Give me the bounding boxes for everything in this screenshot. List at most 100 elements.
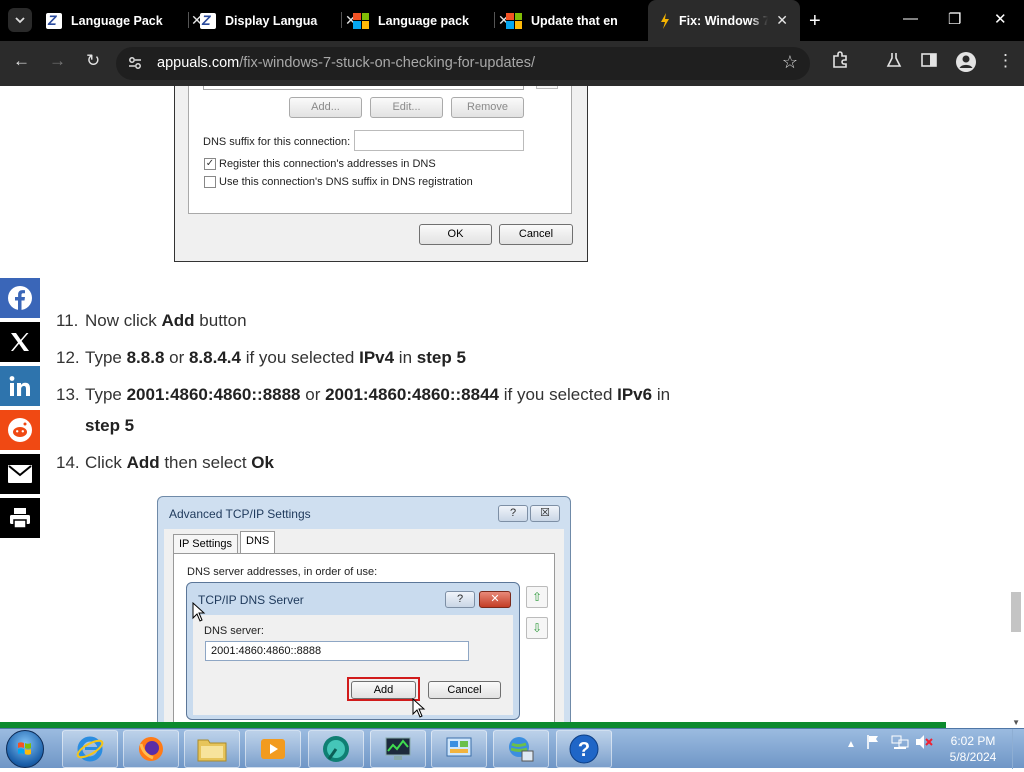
windows-logo-icon xyxy=(18,742,31,755)
control-panel-icon xyxy=(446,737,472,757)
extensions-icon[interactable] xyxy=(831,51,849,74)
scroll-down-arrow-icon[interactable]: ▼ xyxy=(1012,718,1020,727)
taskbar-firefox[interactable] xyxy=(123,730,179,768)
list-item: 11. Now click Add button xyxy=(56,305,696,336)
taskbar-internet-explorer[interactable] xyxy=(62,730,118,768)
share-email-button[interactable] xyxy=(0,454,40,494)
edit-suffix-button: Edit... xyxy=(370,97,443,118)
page-scrollbar[interactable]: ▼ xyxy=(1008,86,1024,728)
appuals-favicon-icon xyxy=(660,12,670,29)
windows-taskbar: ? ▲ 6:02 PM 5/8/2024 xyxy=(0,728,1024,769)
start-button[interactable] xyxy=(6,730,44,768)
taskbar-task-manager[interactable] xyxy=(370,730,426,768)
step-text: Click xyxy=(85,453,127,472)
url-domain: appuals.com xyxy=(157,55,240,71)
move-down-arrow-icon: ⇩ xyxy=(526,617,548,639)
back-arrow-icon[interactable]: ← xyxy=(13,51,30,71)
new-tab-button[interactable]: + xyxy=(809,10,821,33)
network-tray-icon[interactable] xyxy=(891,734,909,753)
add-suffix-button: Add... xyxy=(289,97,362,118)
step-text: in xyxy=(652,385,671,404)
labs-flask-icon[interactable] xyxy=(885,51,903,74)
system-clock[interactable]: 6:02 PM 5/8/2024 xyxy=(944,733,1002,765)
clock-time: 6:02 PM xyxy=(950,734,996,748)
share-x-button[interactable] xyxy=(0,322,40,362)
emphasis-text: Add xyxy=(161,311,195,330)
tab-language-pack-1[interactable]: Language Pack ✕ xyxy=(46,0,203,41)
side-panel-icon[interactable] xyxy=(920,51,938,74)
tab-display-language[interactable]: Display Langua ✕ xyxy=(200,0,357,41)
restore-icon[interactable]: ❐ xyxy=(948,10,961,28)
taskbar-network[interactable] xyxy=(493,730,549,768)
use-suffix-label: Use this connection's DNS suffix in DNS … xyxy=(219,176,473,188)
tab-close-icon[interactable]: ✕ xyxy=(776,12,788,29)
share-reddit-button[interactable] xyxy=(0,410,40,450)
browser-menu-icon[interactable]: ⋮ xyxy=(997,51,1014,71)
clock-date: 5/8/2024 xyxy=(949,750,997,764)
tab-fix-windows-7-active[interactable]: Fix: Windows 7 ✕ xyxy=(648,0,800,41)
monitor-chart-icon xyxy=(385,737,411,760)
list-item-number: 13. xyxy=(56,385,80,404)
show-desktop-button[interactable] xyxy=(1012,729,1024,769)
dns-suffix-field xyxy=(354,130,524,151)
tab-update[interactable]: Update that en ✕ xyxy=(506,0,663,41)
volume-muted-icon[interactable] xyxy=(915,734,933,753)
tab-search-button[interactable] xyxy=(8,8,32,32)
ok-button-image: OK xyxy=(419,224,492,245)
svg-text:?: ? xyxy=(578,739,590,761)
taskbar-app-green[interactable] xyxy=(308,730,364,768)
dns-suffix-label: DNS suffix for this connection: xyxy=(203,136,351,148)
cancel-button-image: Cancel xyxy=(499,224,573,245)
step-text: Now click xyxy=(85,311,162,330)
show-hidden-icons[interactable]: ▲ xyxy=(846,739,856,750)
share-linkedin-button[interactable] xyxy=(0,366,40,406)
action-center-flag-icon[interactable] xyxy=(866,734,880,753)
tab-title: Fix: Windows 7 xyxy=(679,13,769,28)
dns-server-dialog-title: TCP/IP DNS Server xyxy=(198,593,304,607)
scrollbar-thumb[interactable] xyxy=(1011,592,1021,632)
bookmark-star-icon[interactable]: ☆ xyxy=(782,52,798,73)
printer-icon xyxy=(10,508,30,529)
move-up-arrow-icon: ⇧ xyxy=(526,586,548,608)
emphasis-text: 2001:4860:4860::8888 xyxy=(126,385,301,404)
reload-icon[interactable]: ↻ xyxy=(86,51,100,71)
step-text: if you selected xyxy=(240,348,360,367)
tab-dns: DNS xyxy=(240,531,276,554)
emphasis-text: 8.8.8 xyxy=(126,348,165,367)
microsoft-favicon-icon xyxy=(353,12,369,29)
internet-explorer-icon xyxy=(76,736,104,762)
taskbar-control-panel[interactable] xyxy=(431,730,487,768)
dns-suffix-list xyxy=(203,86,524,90)
share-facebook-button[interactable] xyxy=(0,278,40,318)
profile-avatar-icon[interactable] xyxy=(955,51,977,78)
list-item-number: 12. xyxy=(56,348,80,367)
list-item: 12. Type 8.8.8 or 8.8.4.4 if you selected… xyxy=(56,342,696,373)
envelope-icon xyxy=(8,465,32,483)
microsoft-favicon-icon xyxy=(506,12,522,29)
appuals-favicon-icon xyxy=(46,12,62,29)
network-globe-icon xyxy=(509,737,534,762)
list-item-number: 14. xyxy=(56,453,80,472)
omnibox[interactable]: appuals.com/fix-windows-7-stuck-on-check… xyxy=(116,47,810,80)
tab-title: Language pack xyxy=(378,13,469,28)
close-window-icon[interactable]: ✕ xyxy=(994,10,1007,28)
emphasis-text: 8.8.4.4 xyxy=(188,348,241,367)
taskbar-help[interactable]: ? xyxy=(556,730,612,768)
minimize-icon[interactable]: — xyxy=(903,10,918,27)
taskbar-media-player[interactable] xyxy=(245,730,301,768)
tab-title: Display Langua xyxy=(225,13,318,28)
emphasis-text: step 5 xyxy=(416,348,466,367)
emphasis-text: IPv4 xyxy=(359,348,395,367)
step-text: if you selected xyxy=(499,385,618,404)
tab-title: Update that en xyxy=(531,13,618,28)
x-twitter-icon xyxy=(11,333,29,351)
tab-language-pack-2[interactable]: Language pack ✕ xyxy=(353,0,510,41)
forward-arrow-icon[interactable]: → xyxy=(49,51,66,71)
browser-tab-bar: Language Pack ✕ Display Langua ✕ Languag… xyxy=(0,0,1024,41)
app-globe-icon xyxy=(323,736,349,762)
site-settings-icon[interactable] xyxy=(127,55,143,71)
share-print-button[interactable] xyxy=(0,498,40,538)
taskbar-file-explorer[interactable] xyxy=(184,730,240,768)
url-text[interactable]: appuals.com/fix-windows-7-stuck-on-check… xyxy=(157,55,535,71)
register-checkbox: ✓ xyxy=(204,158,216,170)
